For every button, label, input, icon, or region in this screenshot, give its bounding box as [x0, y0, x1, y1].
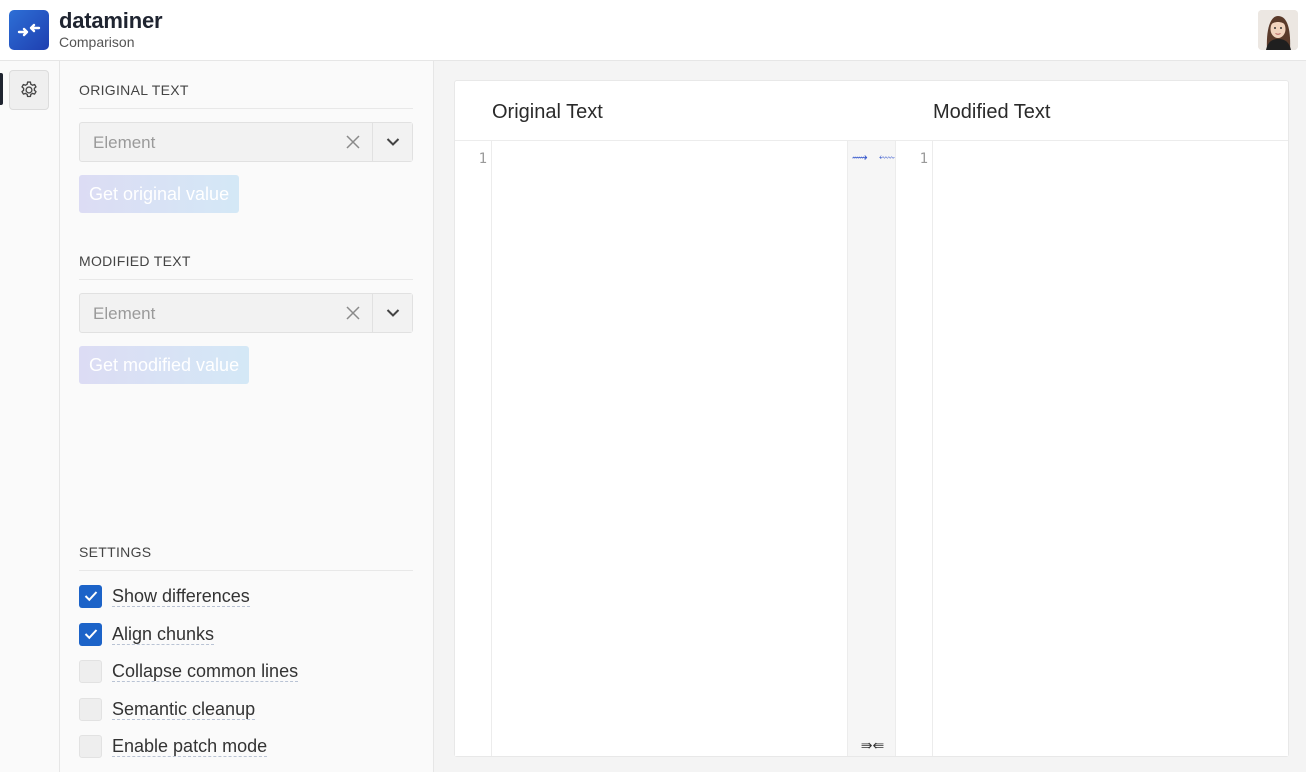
- checkbox-unchecked[interactable]: [79, 734, 102, 758]
- original-text-section-title: ORIGINAL TEXT: [79, 82, 413, 109]
- merge-gap: ⟿ ⬳ ⇛⇚: [847, 141, 896, 756]
- editor-header: Original Text Modified Text: [455, 81, 1288, 141]
- checkbox-unchecked[interactable]: [79, 659, 102, 683]
- original-text-editor[interactable]: [492, 141, 847, 756]
- option-semantic-cleanup[interactable]: Semantic cleanup: [79, 697, 256, 721]
- line-number: 1: [478, 151, 487, 167]
- original-gutter: 1: [455, 141, 492, 756]
- modified-text-title: Modified Text: [933, 101, 1051, 123]
- compare-arrows-icon: [17, 23, 41, 37]
- modified-text-section-title: MODIFIED TEXT: [79, 253, 413, 280]
- clear-icon[interactable]: [344, 304, 362, 322]
- option-collapse-common-lines[interactable]: Collapse common lines: [79, 659, 299, 683]
- chevron-down-icon[interactable]: [372, 294, 412, 332]
- chevron-down-icon[interactable]: [372, 123, 412, 161]
- merge-to-left-icon[interactable]: ⬳: [879, 151, 895, 165]
- user-avatar[interactable]: [1258, 10, 1298, 50]
- merge-all-icon[interactable]: ⇛⇚: [848, 738, 897, 754]
- rail-active-indicator: [0, 73, 3, 105]
- checkbox-checked[interactable]: [79, 622, 102, 646]
- gear-icon: [21, 81, 37, 98]
- original-select-placeholder: Element: [93, 133, 156, 152]
- option-label[interactable]: Show differences: [112, 586, 250, 607]
- settings-section-title: SETTINGS: [79, 544, 413, 571]
- modified-text-editor[interactable]: [933, 141, 1288, 756]
- app-name: dataminer: [59, 8, 163, 33]
- line-number: 1: [919, 151, 928, 167]
- original-element-select[interactable]: Element: [79, 122, 413, 162]
- comparison-settings-panel: ORIGINAL TEXT Element Get original value…: [60, 61, 434, 772]
- option-label[interactable]: Enable patch mode: [112, 736, 268, 757]
- modified-select-placeholder: Element: [93, 304, 156, 323]
- get-modified-value-button[interactable]: Get modified value: [79, 346, 250, 384]
- app-logo[interactable]: [9, 10, 49, 50]
- modified-element-select[interactable]: Element: [79, 293, 413, 333]
- option-label[interactable]: Collapse common lines: [112, 661, 299, 682]
- modified-gutter: 1: [896, 141, 933, 756]
- option-enable-patch-mode[interactable]: Enable patch mode: [79, 734, 268, 758]
- option-label[interactable]: Semantic cleanup: [112, 699, 256, 720]
- option-show-differences[interactable]: Show differences: [79, 584, 250, 608]
- check-icon: [84, 629, 97, 640]
- app-subtitle: Comparison: [59, 34, 135, 50]
- check-icon: [84, 591, 97, 602]
- checkbox-checked[interactable]: [79, 584, 102, 608]
- left-rail: [0, 61, 60, 772]
- merge-to-right-icon[interactable]: ⟿: [852, 151, 868, 164]
- clear-icon[interactable]: [344, 133, 362, 151]
- app-header: dataminer Comparison: [0, 0, 1306, 61]
- original-text-title: Original Text: [492, 101, 603, 123]
- option-align-chunks[interactable]: Align chunks: [79, 622, 215, 646]
- diff-editor: Original Text Modified Text 1 ⟿ ⬳ ⇛⇚ 1: [454, 80, 1289, 757]
- settings-tab-button[interactable]: [9, 70, 49, 110]
- option-label[interactable]: Align chunks: [112, 624, 215, 645]
- get-original-value-button[interactable]: Get original value: [79, 175, 240, 213]
- checkbox-unchecked[interactable]: [79, 697, 102, 721]
